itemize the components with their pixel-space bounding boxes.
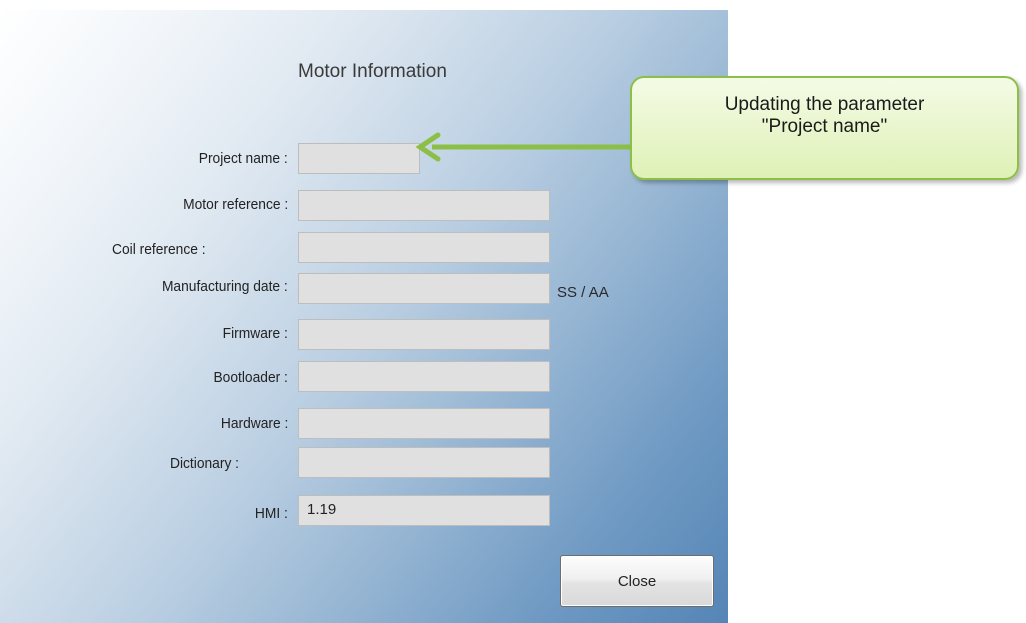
hmi-field[interactable]: 1.19 [298, 495, 550, 526]
project-name-label: Project name : [199, 150, 288, 167]
close-button[interactable]: Close [560, 555, 714, 607]
motor-information-dialog: Motor Information Project name : Motor r… [0, 10, 728, 623]
screenshot-stage: Motor Information Project name : Motor r… [0, 0, 1026, 623]
callout-arrow-icon [415, 132, 637, 162]
motor-reference-label: Motor reference : [182, 196, 288, 213]
hardware-label: Hardware : [220, 415, 288, 432]
bootloader-label: Bootloader : [213, 369, 288, 386]
dictionary-field[interactable] [298, 447, 550, 478]
firmware-field[interactable] [298, 319, 550, 350]
manufacturing-date-field[interactable] [298, 273, 550, 304]
bootloader-field[interactable] [298, 361, 550, 392]
coil-reference-label: Coil reference : [112, 241, 206, 258]
callout-line-1: Updating the parameter [724, 94, 925, 115]
annotation-callout: Updating the parameter "Project name" [630, 76, 1019, 180]
motor-reference-field[interactable] [298, 190, 550, 221]
hmi-label: HMI : [255, 505, 288, 522]
firmware-label: Firmware : [222, 325, 288, 342]
dictionary-label: Dictionary : [170, 455, 240, 472]
project-name-field[interactable] [298, 143, 420, 174]
coil-reference-field[interactable] [298, 232, 550, 263]
hardware-field[interactable] [298, 408, 550, 439]
dialog-title: Motor Information [298, 61, 447, 82]
manufacturing-date-unit: SS / AA [557, 284, 609, 301]
callout-line-2: "Project name" [761, 116, 888, 137]
manufacturing-date-label: Manufacturing date : [162, 278, 288, 295]
